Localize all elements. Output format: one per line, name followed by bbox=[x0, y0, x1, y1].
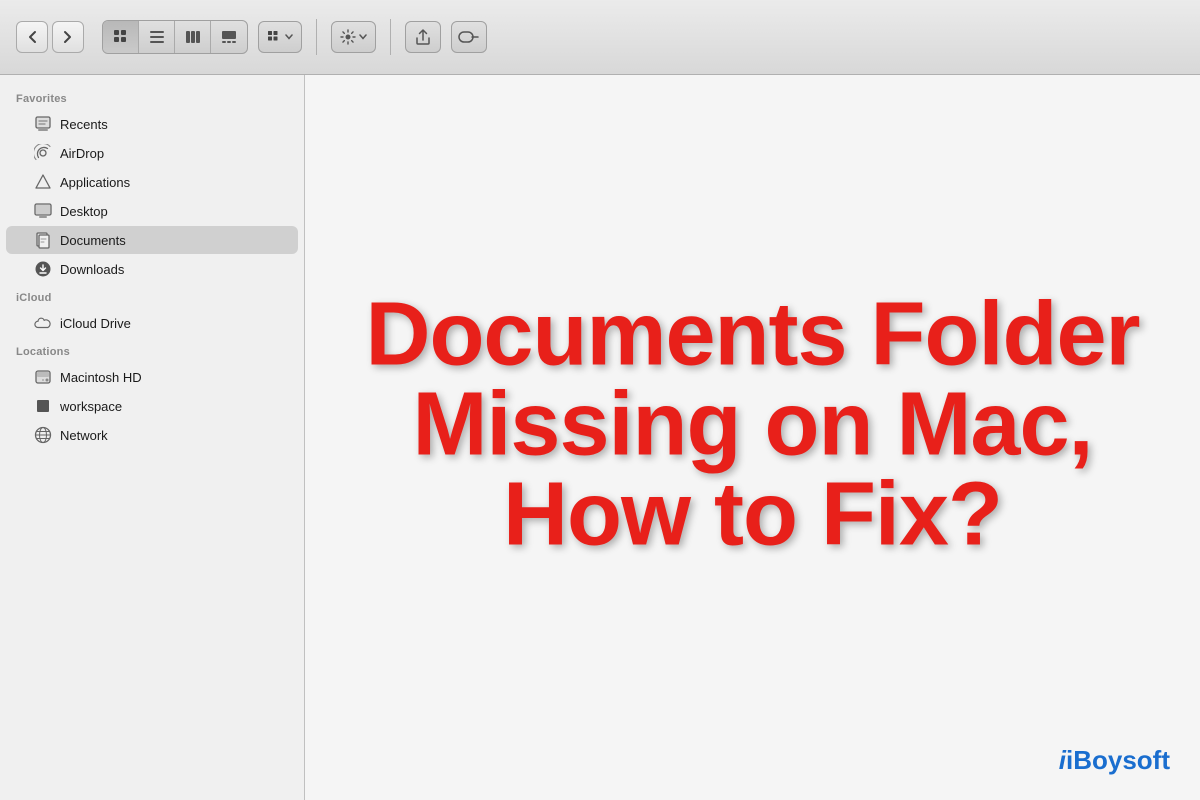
workspace-icon bbox=[34, 397, 52, 415]
workspace-text: workspace bbox=[60, 399, 122, 414]
iboysoft-logo-text: iiBoysoft bbox=[1059, 745, 1170, 775]
settings-button[interactable] bbox=[331, 21, 376, 53]
overlay-line3: How to Fix? bbox=[503, 464, 1002, 564]
iboysoft-logo: iiBoysoft bbox=[1059, 745, 1170, 776]
view-dropdown-button[interactable] bbox=[258, 21, 302, 53]
back-button[interactable] bbox=[16, 21, 48, 53]
applications-text: Applications bbox=[60, 175, 130, 190]
favorites-label: Favorites bbox=[0, 85, 304, 109]
view-icon-button[interactable] bbox=[103, 21, 139, 53]
documents-text: Documents bbox=[60, 233, 126, 248]
recents-text: Recents bbox=[60, 117, 108, 132]
content-area: Documents Folder Missing on Mac, How to … bbox=[305, 75, 1200, 800]
airdrop-icon bbox=[34, 144, 52, 162]
desktop-icon bbox=[34, 202, 52, 220]
sidebar-item-network[interactable]: Network bbox=[6, 421, 298, 449]
desktop-text: Desktop bbox=[60, 204, 108, 219]
overlay-title: Documents Folder Missing on Mac, How to … bbox=[345, 289, 1160, 559]
view-columns-button[interactable] bbox=[175, 21, 211, 53]
overlay-text-block: Documents Folder Missing on Mac, How to … bbox=[305, 289, 1200, 559]
macintosh-hd-text: Macintosh HD bbox=[60, 370, 142, 385]
icloud-label: iCloud bbox=[0, 284, 304, 308]
sidebar-item-recents[interactable]: Recents bbox=[6, 110, 298, 138]
network-icon bbox=[34, 426, 52, 444]
sidebar-item-airdrop[interactable]: AirDrop bbox=[6, 139, 298, 167]
sidebar-item-desktop[interactable]: Desktop bbox=[6, 197, 298, 225]
documents-icon bbox=[34, 231, 52, 249]
sidebar-item-downloads[interactable]: Downloads bbox=[6, 255, 298, 283]
harddrive-icon bbox=[34, 368, 52, 386]
applications-icon bbox=[34, 173, 52, 191]
sidebar-item-documents[interactable]: Documents bbox=[6, 226, 298, 254]
sidebar: Favorites Recents AirDrop bbox=[0, 75, 305, 800]
overlay-line2: Missing on Mac, bbox=[412, 374, 1092, 474]
view-buttons bbox=[102, 20, 248, 54]
tag-button[interactable] bbox=[451, 21, 487, 53]
toolbar-separator-2 bbox=[390, 19, 391, 55]
navigation-buttons bbox=[16, 21, 84, 53]
downloads-text: Downloads bbox=[60, 262, 124, 277]
recents-icon bbox=[34, 115, 52, 133]
sidebar-item-applications[interactable]: Applications bbox=[6, 168, 298, 196]
airdrop-text: AirDrop bbox=[60, 146, 104, 161]
forward-button[interactable] bbox=[52, 21, 84, 53]
view-list-button[interactable] bbox=[139, 21, 175, 53]
locations-label: Locations bbox=[0, 338, 304, 362]
overlay-line1: Documents Folder bbox=[365, 284, 1139, 384]
sidebar-item-workspace[interactable]: workspace bbox=[6, 392, 298, 420]
toolbar-separator-1 bbox=[316, 19, 317, 55]
sidebar-item-icloud-drive[interactable]: iCloud Drive bbox=[6, 309, 298, 337]
share-button[interactable] bbox=[405, 21, 441, 53]
toolbar bbox=[0, 0, 1200, 75]
view-gallery-button[interactable] bbox=[211, 21, 247, 53]
downloads-icon bbox=[34, 260, 52, 278]
icloud-drive-text: iCloud Drive bbox=[60, 316, 131, 331]
network-text: Network bbox=[60, 428, 108, 443]
icloud-drive-icon bbox=[34, 314, 52, 332]
sidebar-item-macintosh-hd[interactable]: Macintosh HD bbox=[6, 363, 298, 391]
main-layout: Favorites Recents AirDrop bbox=[0, 75, 1200, 800]
